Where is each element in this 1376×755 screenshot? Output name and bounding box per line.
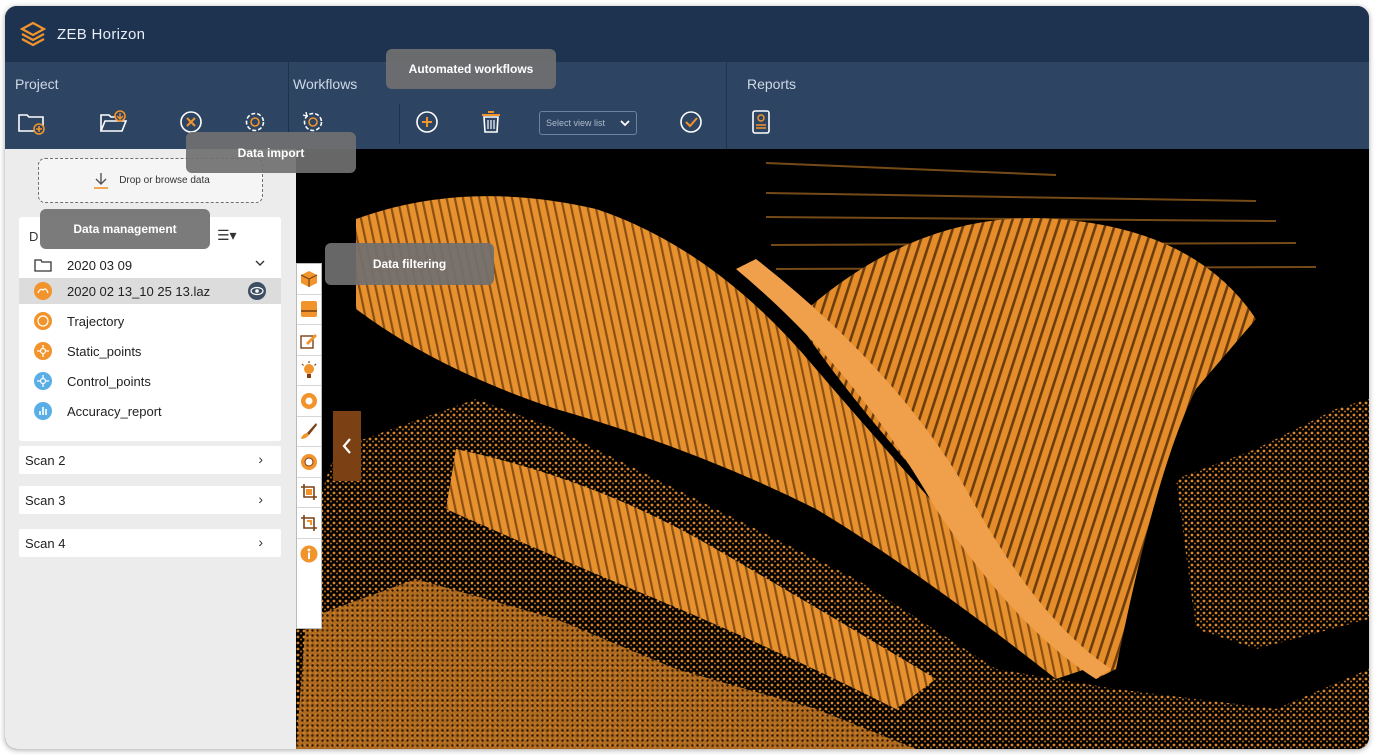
ring-tool[interactable]: [297, 447, 321, 478]
cloud-icon: [34, 282, 52, 300]
scan-label: Scan 4: [25, 535, 66, 551]
data-management-panel: D ☰▾ 2020 03 09 2020 02 13_10 25 13.laz …: [19, 217, 281, 441]
edit-tool[interactable]: [297, 325, 321, 356]
chevron-right-icon: ›: [258, 451, 263, 467]
tooltip-automated-workflows: Automated workflows: [386, 49, 556, 89]
info-tool[interactable]: [297, 539, 321, 570]
tree-item-control-points[interactable]: Control_points: [19, 368, 281, 394]
drop-label: Drop or browse data: [119, 175, 210, 186]
visibility-eye-icon[interactable]: [247, 281, 267, 301]
scan-row-3[interactable]: Scan 3 ›: [19, 486, 281, 514]
brush-tool[interactable]: [297, 417, 321, 447]
list-menu-icon[interactable]: ☰▾: [217, 227, 237, 244]
title-bar: ZEB Horizon: [5, 6, 1369, 62]
scan-label: Scan 2: [25, 452, 66, 468]
download-arrow-icon: [94, 172, 109, 189]
light-bulb-icon: [301, 361, 317, 379]
data-management-header-text: D: [29, 229, 39, 244]
section-plane-icon: [301, 301, 317, 318]
section-tool[interactable]: [297, 295, 321, 325]
tooltip-data-import: Data import: [186, 132, 356, 173]
control-points-icon: [34, 372, 52, 390]
info-icon: [300, 545, 318, 563]
tree-item-label: 2020 02 13_10 25 13.laz: [67, 283, 211, 299]
workflow-divider: [399, 104, 400, 144]
collapse-toolbar-button[interactable]: [333, 411, 361, 481]
app-title: ZEB Horizon: [57, 25, 146, 43]
reports-button[interactable]: [745, 106, 777, 138]
trash-icon: [482, 111, 500, 133]
view-cube-tool[interactable]: [297, 264, 321, 295]
scan-row-2[interactable]: Scan 2 ›: [19, 446, 281, 474]
trajectory-icon: [34, 312, 52, 330]
color-tool[interactable]: [297, 386, 321, 417]
crop-icon: [301, 484, 317, 501]
confirm-workflow-button[interactable]: [675, 106, 707, 138]
ring-icon: [301, 453, 317, 470]
zeb-logo-icon: [19, 21, 47, 47]
palette-icon: [301, 392, 317, 409]
chevron-down-icon[interactable]: [253, 256, 267, 270]
brush-icon: [301, 423, 317, 440]
tree-item-label: 2020 03 09: [67, 257, 133, 273]
tree-item-label: Trajectory: [67, 313, 125, 329]
delete-workflow-button[interactable]: [475, 106, 507, 138]
ribbon-section-reports: Reports: [727, 62, 1369, 149]
tooltip-data-management: Data management: [40, 209, 210, 249]
scan-label: Scan 3: [25, 492, 66, 508]
check-circle-icon: [680, 111, 702, 133]
report-document-icon: [752, 110, 770, 134]
chevron-right-icon: ›: [258, 534, 263, 550]
tree-item-label: Accuracy_report: [67, 403, 162, 419]
crop-rotate-icon: [301, 514, 317, 531]
tree-item-laz-file[interactable]: 2020 02 13_10 25 13.laz: [19, 278, 281, 304]
folder-icon: [34, 259, 52, 272]
tree-item-folder[interactable]: 2020 03 09: [19, 252, 281, 278]
select-view-dropdown[interactable]: Select view list: [539, 111, 637, 135]
tree-item-accuracy-report[interactable]: Accuracy_report: [19, 398, 281, 424]
ribbon-label-project: Project: [15, 76, 59, 92]
app-window: ZEB Horizon Project Workflows Select vie…: [5, 6, 1369, 749]
new-folder-icon: [18, 114, 45, 135]
point-cloud-render: [296, 162, 1369, 749]
open-folder-icon: [99, 110, 128, 132]
add-workflow-button[interactable]: [411, 106, 443, 138]
filtering-toolbar: [296, 263, 322, 629]
crop-rotate-tool[interactable]: [297, 508, 321, 539]
tooltip-data-filtering: Data filtering: [325, 243, 494, 285]
chevron-down-icon: [620, 120, 630, 127]
accuracy-report-icon: [34, 402, 52, 420]
ribbon-label-reports: Reports: [747, 76, 797, 92]
edit-pencil-icon: [300, 333, 317, 349]
plus-circle-icon: [416, 111, 438, 133]
crop-tool[interactable]: [297, 478, 321, 508]
chevron-right-icon: ›: [258, 491, 263, 507]
static-points-icon: [34, 342, 52, 360]
point-cloud-viewport[interactable]: [296, 149, 1369, 749]
tree-item-label: Static_points: [67, 343, 142, 359]
lighting-tool[interactable]: [297, 356, 321, 386]
select-view-label: Select view list: [546, 118, 606, 128]
tree-item-label: Control_points: [67, 373, 151, 389]
new-project-button[interactable]: [15, 106, 47, 138]
scan-row-4[interactable]: Scan 4 ›: [19, 529, 281, 557]
cube-icon: [300, 270, 318, 287]
open-project-button[interactable]: [97, 106, 129, 138]
tree-item-static-points[interactable]: Static_points: [19, 338, 281, 364]
ribbon-label-workflows: Workflows: [293, 76, 358, 92]
tree-item-trajectory[interactable]: Trajectory: [19, 308, 281, 334]
chevron-left-icon: [342, 438, 351, 454]
